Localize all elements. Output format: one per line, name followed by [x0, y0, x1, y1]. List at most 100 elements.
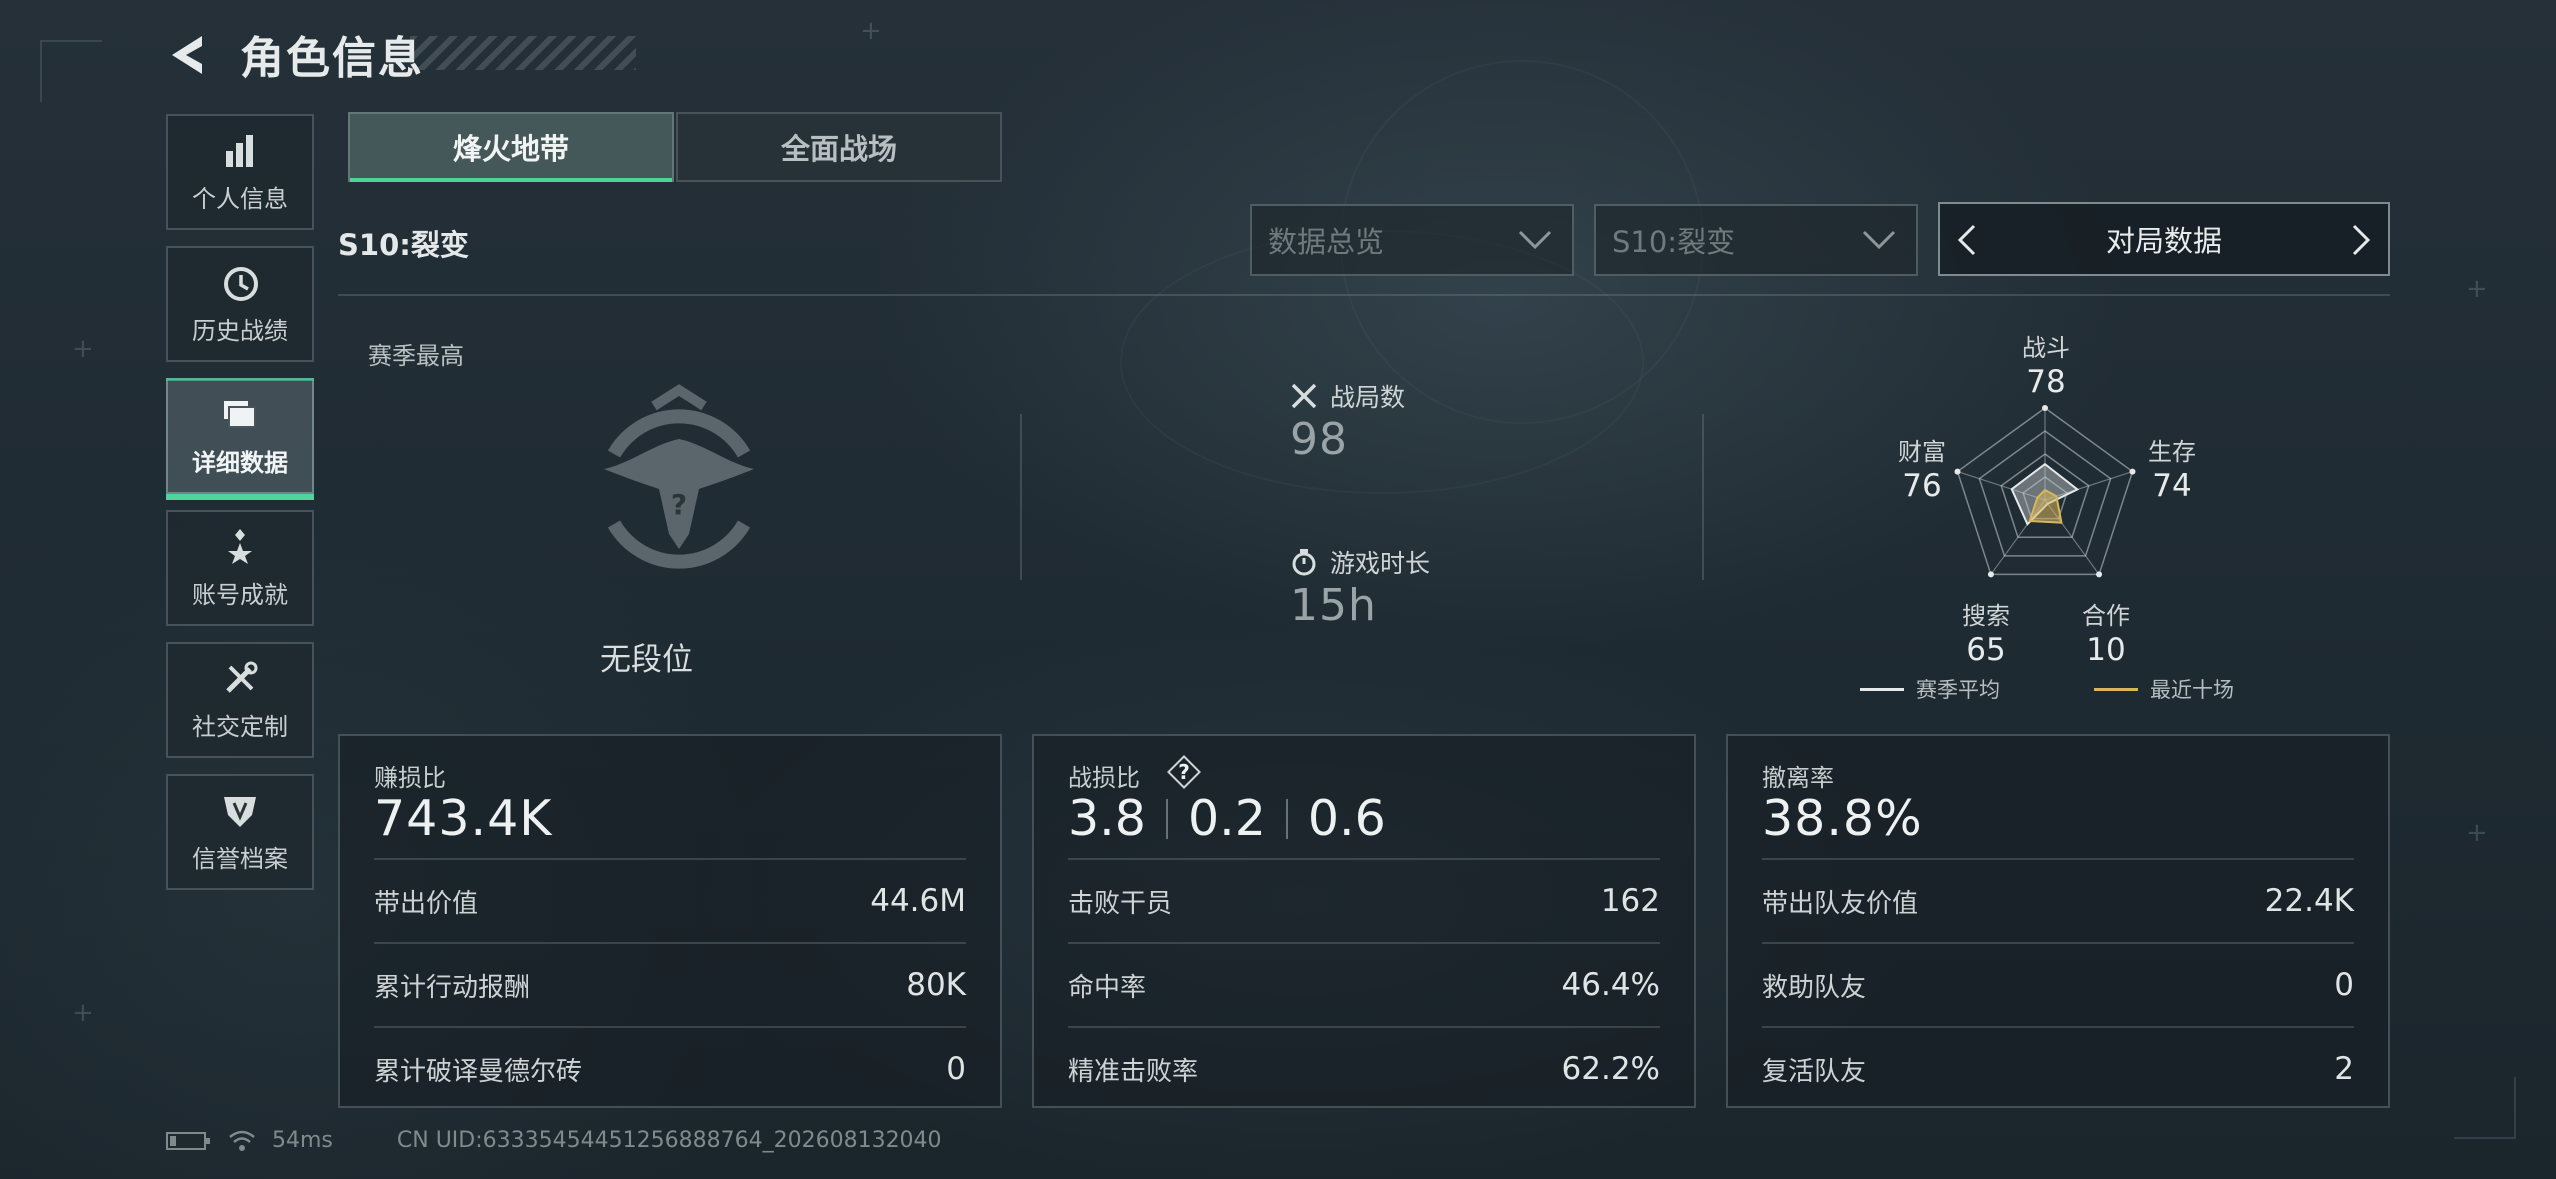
row-value: 46.4% — [1561, 967, 1660, 1003]
sidebar-item-label: 详细数据 — [192, 448, 288, 477]
divider — [1702, 414, 1704, 580]
tools-icon — [226, 661, 258, 693]
row-value: 0 — [2334, 967, 2354, 1003]
bar-chart-icon — [226, 134, 253, 167]
radar-chart — [1954, 405, 2136, 578]
shield-icon — [224, 796, 256, 827]
radar-axis-value: 10 — [2086, 632, 2126, 668]
radar-axis-label: 财富 — [1898, 438, 1946, 466]
svg-text:?: ? — [1178, 760, 1190, 784]
extraction-card: 撤离率 38.8% 带出队友价值 22.4K 救助队友 0 复活队友 2 — [1726, 734, 2390, 1108]
card-title: 战损比 — [1068, 764, 1140, 792]
sidebar-item-label: 社交定制 — [192, 712, 288, 741]
radar-axis-label: 生存 — [2148, 438, 2196, 466]
kd-value: 3.8 — [1068, 790, 1146, 847]
crossed-swords-icon — [1291, 383, 1317, 409]
row-label: 命中率 — [1068, 972, 1147, 1003]
radar-axis-label: 战斗 — [2022, 334, 2070, 362]
row-value: 80K — [906, 967, 966, 1003]
radar-axis-value: 74 — [2152, 468, 2192, 504]
sidebar-item-label: 信誉档案 — [192, 844, 288, 873]
crosshair-mark: + — [2466, 818, 2488, 848]
card-title: 赚损比 — [374, 764, 446, 792]
profit-card: 赚损比 743.4K 带出价值 44.6M 累计行动报酬 80K 累计破译曼德尔… — [338, 734, 1002, 1108]
kd-value: 0.6 — [1307, 790, 1386, 847]
frame-corner — [2454, 1077, 2516, 1139]
legend-swatch — [1860, 687, 1904, 691]
chevron-left-icon[interactable] — [1950, 222, 1986, 258]
sidebar-item-personal-info[interactable]: 个人信息 — [166, 114, 314, 230]
card-row: 带出队友价值 22.4K — [1762, 858, 2354, 942]
kd-value: 0.2 — [1187, 790, 1266, 847]
season-best-label: 赛季最高 — [368, 342, 464, 370]
data-type-pager: 对局数据 — [1938, 202, 2390, 276]
tab-beacon-zone[interactable]: 烽火地带 — [348, 112, 674, 182]
help-icon[interactable]: ? — [1166, 754, 1202, 790]
row-label: 累计破译曼德尔砖 — [374, 1056, 583, 1087]
row-value: 162 — [1600, 883, 1660, 919]
frame-corner — [40, 40, 102, 102]
row-value: 22.4K — [2264, 883, 2354, 919]
back-arrow-icon[interactable] — [164, 30, 214, 80]
kd-values: 3.8 0.2 0.6 — [1068, 790, 1386, 847]
radar-axis-value: 76 — [1902, 468, 1942, 504]
pager-label: 对局数据 — [2105, 224, 2222, 258]
playtime-label: 游戏时长 — [1330, 549, 1431, 578]
card-row: 累计破译曼德尔砖 0 — [374, 1026, 966, 1110]
row-label: 累计行动报酬 — [374, 972, 531, 1003]
crosshair-mark: + — [72, 998, 94, 1028]
season-label: S10:裂变 — [338, 228, 469, 262]
chevron-down-icon — [1518, 230, 1552, 250]
matches-label: 战局数 — [1330, 383, 1406, 412]
overview-dropdown[interactable]: 数据总览 — [1250, 204, 1574, 276]
radar-axis-label: 合作 — [2082, 602, 2130, 630]
row-value: 44.6M — [870, 883, 966, 919]
row-label: 击败干员 — [1068, 888, 1173, 919]
card-main-value: 38.8% — [1762, 790, 1923, 847]
card-row: 击败干员 162 — [1068, 858, 1660, 942]
folder-icon — [224, 400, 256, 428]
chevron-right-icon[interactable] — [2342, 222, 2378, 258]
card-row: 累计行动报酬 80K — [374, 942, 966, 1026]
radar-vertex — [1987, 571, 1994, 578]
separator — [1165, 798, 1168, 839]
rank-emblem-icon: ? — [604, 384, 754, 569]
status-bar: 54ms CN UID:63335454451256888764_2026081… — [166, 1128, 942, 1153]
divider — [338, 294, 2390, 296]
rank-text: 无段位 — [600, 642, 693, 678]
sidebar-item-history[interactable]: 历史战绩 — [166, 246, 314, 362]
legend-season-average: 赛季平均 — [1860, 674, 2000, 704]
wifi-icon — [229, 1130, 255, 1151]
page-title: 角色信息 — [240, 33, 424, 84]
crosshair-mark: + — [860, 16, 882, 46]
row-value: 0 — [946, 1051, 966, 1087]
card-row: 带出价值 44.6M — [374, 858, 966, 942]
sidebar-item-label: 账号成就 — [192, 580, 288, 609]
chevron-down-icon — [1862, 230, 1896, 250]
row-label: 带出价值 — [374, 888, 479, 919]
crosshair-mark: + — [2466, 274, 2488, 304]
sidebar-item-reputation[interactable]: 信誉档案 — [166, 774, 314, 890]
card-title: 撤离率 — [1762, 764, 1834, 792]
radar-axis-value: 78 — [2026, 364, 2066, 400]
card-row: 救助队友 0 — [1762, 942, 2354, 1026]
season-dropdown[interactable]: S10:裂变 — [1594, 204, 1918, 276]
svg-text:?: ? — [671, 488, 687, 521]
title-decoration — [410, 36, 636, 70]
sidebar-item-social[interactable]: 社交定制 — [166, 642, 314, 758]
matches-value: 98 — [1290, 414, 1348, 465]
sidebar-item-detailed-data[interactable]: 详细数据 — [166, 378, 314, 500]
radar-axis-label: 搜索 — [1962, 602, 2010, 630]
radar-vertex — [2042, 405, 2048, 411]
sidebar-item-achievements[interactable]: 账号成就 — [166, 510, 314, 626]
clock-history-icon — [224, 266, 258, 301]
card-row: 命中率 46.4% — [1068, 942, 1660, 1026]
row-label: 带出队友价值 — [1762, 888, 1919, 919]
tab-full-battlefield[interactable]: 全面战场 — [676, 112, 1002, 182]
card-main-value: 743.4K — [374, 790, 553, 847]
playtime-value: 15h — [1290, 580, 1377, 631]
row-label: 精准击败率 — [1068, 1056, 1199, 1087]
legend-recent-ten: 最近十场 — [2094, 674, 2234, 704]
legend-label: 赛季平均 — [1916, 678, 2000, 702]
row-value: 2 — [2334, 1051, 2354, 1087]
